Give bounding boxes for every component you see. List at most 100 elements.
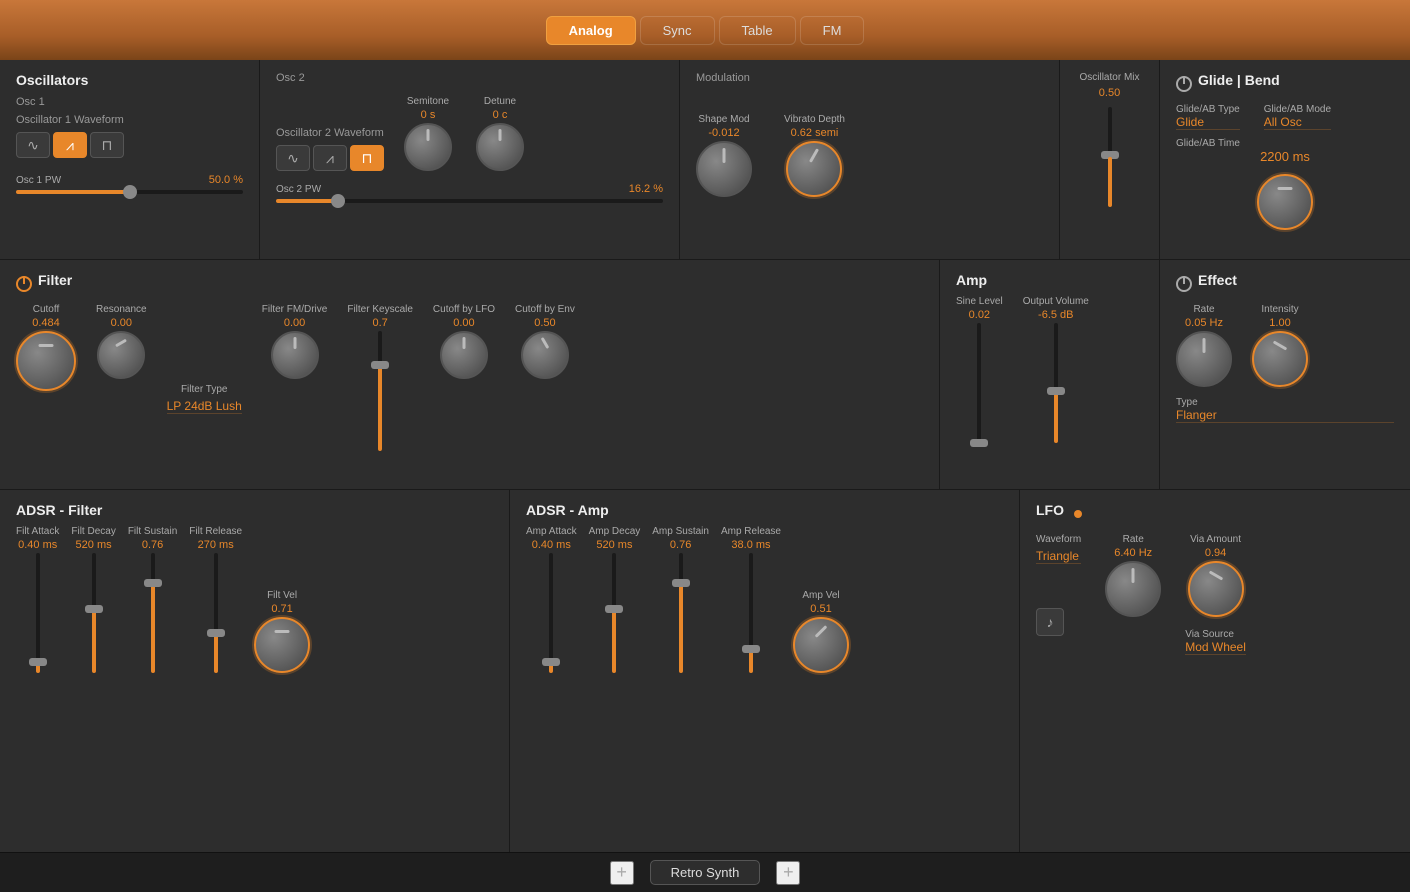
tab-table[interactable]: Table [719, 16, 796, 45]
osc1-wave-square[interactable]: ⊓ [90, 132, 124, 158]
keyscale-control: Filter Keyscale 0.7 [347, 304, 413, 451]
amp-decay-control: Amp Decay 520 ms [589, 526, 641, 673]
cutoff-env-label: Cutoff by Env [515, 304, 575, 315]
amp-attack-value: 0.40 ms [532, 539, 571, 551]
shape-mod-control: Shape Mod -0.012 [696, 114, 752, 197]
keyscale-slider[interactable] [378, 331, 382, 451]
lfo-title: LFO [1036, 502, 1064, 518]
lfo-note-btn[interactable]: ♪ [1036, 608, 1064, 636]
glide-mode-value[interactable]: All Osc [1264, 115, 1331, 130]
sine-level-slider[interactable] [977, 323, 981, 443]
filter-type-value[interactable]: LP 24dB Lush [167, 399, 242, 414]
tab-fm[interactable]: FM [800, 16, 865, 45]
amp-release-value: 38.0 ms [731, 539, 770, 551]
osc2-wave-square[interactable]: ⊓ [350, 145, 384, 171]
glide-time-knob[interactable] [1257, 174, 1313, 230]
add-left-btn[interactable]: + [610, 861, 634, 885]
glide-time-label: Glide/AB Time [1176, 138, 1394, 149]
filter-panel: Filter Cutoff 0.484 Resonance 0.00 Filte… [0, 260, 940, 489]
amp-vel-control: Amp Vel 0.51 [793, 590, 849, 673]
filt-release-control: Filt Release 270 ms [189, 526, 242, 673]
vibrato-depth-value: 0.62 semi [791, 127, 839, 139]
vibrato-depth-knob[interactable] [786, 141, 842, 197]
amp-decay-label: Amp Decay [589, 526, 641, 537]
cutoff-knob[interactable] [16, 331, 76, 391]
mix-glide-area: Oscillator Mix 0.50 Glide | Bend Glide/A… [1060, 60, 1410, 259]
amp-attack-label: Amp Attack [526, 526, 577, 537]
add-right-btn[interactable]: + [776, 861, 800, 885]
keyscale-value: 0.7 [372, 317, 387, 329]
filt-release-value: 270 ms [198, 539, 234, 551]
filt-decay-control: Filt Decay 520 ms [71, 526, 115, 673]
glide-type-label: Glide/AB Type [1176, 104, 1240, 115]
amp-decay-slider[interactable] [612, 553, 616, 673]
amp-attack-slider[interactable] [549, 553, 553, 673]
effect-intensity-knob[interactable] [1252, 331, 1308, 387]
lfo-rate-knob[interactable] [1105, 561, 1161, 617]
effect-rate-knob[interactable] [1176, 331, 1232, 387]
adsr-amp-title: ADSR - Amp [526, 502, 1003, 518]
osc2-wave-sine[interactable]: ∿ [276, 145, 310, 171]
lfo-waveform-area: Waveform Triangle ♪ [1036, 534, 1081, 636]
lfo-via-area: Via Amount 0.94 Via Source Mod Wheel [1185, 534, 1246, 655]
amp-release-slider[interactable] [749, 553, 753, 673]
modulation-panel: Modulation Shape Mod -0.012 Vibrato Dept… [680, 60, 1060, 259]
lfo-via-amount-control: Via Amount 0.94 [1185, 534, 1246, 617]
filt-attack-value: 0.40 ms [18, 539, 57, 551]
osc1-wave-sawtooth[interactable]: ⩘ [53, 132, 87, 158]
filt-sustain-slider[interactable] [151, 553, 155, 673]
osc1-wave-sine[interactable]: ∿ [16, 132, 50, 158]
osc2-pw-value: 16.2 % [629, 183, 663, 195]
instrument-tab[interactable]: Retro Synth [650, 860, 761, 885]
cutoff-env-knob[interactable] [521, 331, 569, 379]
tab-analog[interactable]: Analog [546, 16, 636, 45]
amp-vel-knob[interactable] [793, 617, 849, 673]
osc2-pw-slider[interactable] [276, 199, 663, 203]
lfo-waveform-value[interactable]: Triangle [1036, 549, 1081, 564]
osc1-pw-label: Osc 1 PW [16, 175, 61, 186]
adsr-section: ADSR - Filter Filt Attack 0.40 ms Filt D… [0, 490, 1410, 852]
shape-mod-knob[interactable] [696, 141, 752, 197]
fm-drive-knob[interactable] [271, 331, 319, 379]
cutoff-env-control: Cutoff by Env 0.50 [515, 304, 575, 379]
effect-type-value[interactable]: Flanger [1176, 408, 1394, 423]
glide-bend-panel: Glide | Bend Glide/AB Type Glide Glide/A… [1160, 60, 1410, 259]
cutoff-env-value: 0.50 [534, 317, 555, 329]
lfo-rate-label: Rate [1123, 534, 1144, 545]
osc2-wave-sawtooth[interactable]: ⩘ [313, 145, 347, 171]
semitone-value: 0 s [421, 109, 436, 121]
amp-sustain-label: Amp Sustain [652, 526, 709, 537]
effect-intensity-label: Intensity [1261, 304, 1298, 315]
osc-mix-slider[interactable] [1108, 107, 1112, 207]
amp-panel: Amp Sine Level 0.02 Output Volume -6.5 d… [940, 260, 1160, 489]
sine-level-control: Sine Level 0.02 [956, 296, 1003, 443]
filt-vel-control: Filt Vel 0.71 [254, 590, 310, 673]
filt-attack-slider[interactable] [36, 553, 40, 673]
glide-power-btn[interactable] [1176, 76, 1192, 92]
glide-type-value[interactable]: Glide [1176, 115, 1240, 130]
lfo-via-amount-knob[interactable] [1188, 561, 1244, 617]
lfo-via-source-value[interactable]: Mod Wheel [1185, 640, 1246, 655]
detune-control: Detune 0 c [476, 96, 524, 171]
filt-vel-knob[interactable] [254, 617, 310, 673]
filt-decay-slider[interactable] [92, 553, 96, 673]
amp-sustain-value: 0.76 [670, 539, 691, 551]
semitone-label: Semitone [407, 96, 449, 107]
output-volume-slider[interactable] [1054, 323, 1058, 443]
detune-knob[interactable] [476, 123, 524, 171]
osc1-pw-slider[interactable] [16, 190, 243, 194]
filter-power-btn[interactable] [16, 276, 32, 292]
cutoff-lfo-knob[interactable] [440, 331, 488, 379]
tab-sync[interactable]: Sync [640, 16, 715, 45]
filt-release-slider[interactable] [214, 553, 218, 673]
glide-mode-label: Glide/AB Mode [1264, 104, 1331, 115]
glide-bend-title: Glide | Bend [1198, 72, 1280, 88]
lfo-rate-value: 6.40 Hz [1114, 547, 1152, 559]
effect-power-btn[interactable] [1176, 276, 1192, 292]
semitone-knob[interactable] [404, 123, 452, 171]
filt-vel-value: 0.71 [271, 603, 292, 615]
amp-sustain-slider[interactable] [679, 553, 683, 673]
resonance-knob[interactable] [97, 331, 145, 379]
output-volume-value: -6.5 dB [1038, 309, 1073, 321]
filter-section: Filter Cutoff 0.484 Resonance 0.00 Filte… [0, 260, 1410, 490]
